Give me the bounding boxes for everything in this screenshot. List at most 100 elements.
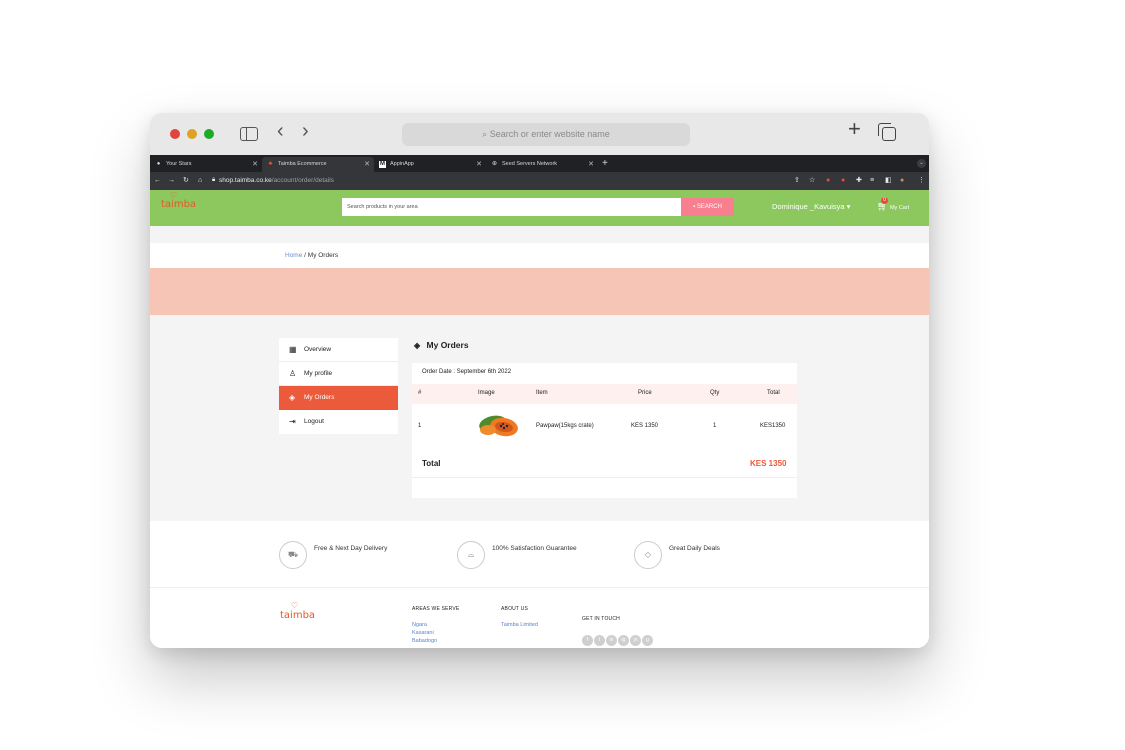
column-header-index: # bbox=[418, 390, 422, 396]
url-path: /account/order/details bbox=[271, 177, 334, 184]
breadcrumb-bar: Home / My Orders bbox=[150, 243, 929, 269]
tab-seed-servers[interactable]: ⊕ Seed Servers Network ✕ bbox=[486, 157, 598, 172]
page-banner bbox=[150, 268, 929, 315]
search-button[interactable]: ▪ SEARCH bbox=[681, 198, 734, 216]
close-window-button[interactable] bbox=[170, 129, 180, 139]
row-price: KES 1350 bbox=[631, 423, 659, 429]
reload-icon[interactable]: ↻ bbox=[183, 176, 189, 185]
column-header-total: Total bbox=[767, 390, 780, 396]
tab-label: AppinApp bbox=[390, 161, 414, 167]
breadcrumb-separator: / bbox=[304, 252, 306, 259]
footer-logo-text: taimba bbox=[280, 610, 316, 621]
tag-icon: ◇ bbox=[634, 541, 662, 569]
footer-link-area[interactable]: Babadogo bbox=[412, 637, 437, 645]
extension-icon[interactable]: ● bbox=[841, 176, 845, 185]
footer-link-area[interactable]: Kasarani bbox=[412, 629, 434, 637]
new-tab-icon[interactable]: + bbox=[848, 118, 861, 140]
site-header: ♡ taimba ▪ SEARCH Dominique _Kavuisya ▾ … bbox=[150, 190, 929, 226]
footer-heading-contact: GET IN TOUCH bbox=[582, 616, 620, 622]
star-icon[interactable]: ☆ bbox=[809, 176, 815, 185]
breadcrumb-current: My Orders bbox=[307, 252, 339, 259]
user-menu[interactable]: Dominique _Kavuisya ▾ bbox=[772, 202, 850, 211]
kebab-menu-icon[interactable]: ⋮ bbox=[918, 176, 925, 185]
tab-your-stars[interactable]: ● Your Stars ✕ bbox=[150, 157, 262, 172]
user-name: Dominique _Kavuisya bbox=[772, 202, 845, 211]
close-icon[interactable]: ✕ bbox=[476, 157, 482, 172]
column-header-image: Image bbox=[478, 390, 495, 396]
box-icon: ◈ bbox=[414, 341, 421, 350]
avatar[interactable]: ● bbox=[900, 176, 904, 185]
table-header: # Image Item Price Qty Total bbox=[412, 384, 797, 404]
youtube-icon[interactable]: yt bbox=[630, 635, 641, 646]
reading-list-icon[interactable]: ≡ bbox=[870, 176, 874, 185]
new-chrome-tab-icon[interactable]: + bbox=[602, 157, 608, 170]
twitter-icon[interactable]: t bbox=[594, 635, 605, 646]
tab-appinapp[interactable]: M AppinApp ✕ bbox=[374, 157, 486, 172]
puzzle-icon[interactable]: ✚ bbox=[856, 176, 862, 185]
search-input[interactable] bbox=[342, 198, 681, 216]
logo-fruit-icon: ♡ bbox=[170, 191, 178, 200]
close-icon[interactable]: ✕ bbox=[364, 157, 370, 172]
taimba-favicon-icon: ♣ bbox=[268, 161, 273, 167]
cart-label: My Cart bbox=[889, 205, 910, 211]
sidebar-item-overview[interactable]: ▦ Overview bbox=[279, 338, 398, 362]
address-placeholder: Search or enter website name bbox=[489, 129, 610, 139]
forward-icon[interactable]: › bbox=[302, 121, 309, 141]
footer-heading-areas: AREAS WE SERVE bbox=[412, 606, 460, 612]
sidebar-item-my-orders[interactable]: ◈ My Orders bbox=[279, 386, 398, 410]
back-icon[interactable]: ‹ bbox=[277, 121, 284, 141]
footer-link-area[interactable]: Ngara bbox=[412, 621, 427, 629]
chevron-down-icon[interactable]: ⌄ bbox=[917, 159, 926, 168]
close-icon[interactable]: ✕ bbox=[252, 157, 258, 172]
row-qty: 1 bbox=[713, 423, 717, 429]
row-item: Pawpaw(15kgs crate) bbox=[536, 423, 594, 429]
close-icon[interactable]: ✕ bbox=[588, 157, 594, 172]
google-icon[interactable]: g bbox=[642, 635, 653, 646]
sidebar-item-logout[interactable]: ⇥ Logout bbox=[279, 410, 398, 434]
row-total: KES1350 bbox=[760, 423, 786, 429]
minimize-window-button[interactable] bbox=[187, 129, 197, 139]
facebook-icon[interactable]: f bbox=[582, 635, 593, 646]
sidebar-item-label: My Orders bbox=[304, 394, 335, 401]
taimba-logo[interactable]: ♡ taimba bbox=[161, 191, 196, 210]
tab-label: Seed Servers Network bbox=[502, 161, 558, 167]
grid-icon: ▦ bbox=[289, 345, 297, 354]
instagram-icon[interactable]: ig bbox=[618, 635, 629, 646]
footer-link-about[interactable]: Taimba Limited bbox=[501, 621, 538, 629]
globe-icon: ⊕ bbox=[491, 161, 498, 167]
linkedin-icon[interactable]: in bbox=[606, 635, 617, 646]
cart-button[interactable]: 🛒︎ 0 My Cart bbox=[877, 197, 910, 213]
order-date: Order Date : September 6th 2022 bbox=[422, 369, 512, 375]
tab-taimba-ecommerce[interactable]: ♣ Taimba Ecommerce ✕ bbox=[262, 157, 374, 172]
user-icon: ♙ bbox=[289, 369, 297, 378]
basket-icon: ⌓ bbox=[457, 541, 485, 569]
extension-icon[interactable]: ● bbox=[826, 176, 830, 185]
side-panel-icon[interactable]: ◧ bbox=[885, 176, 892, 185]
total-value: KES 1350 bbox=[750, 459, 787, 468]
papaya-image bbox=[479, 415, 518, 437]
lock-icon: 🔒︎ bbox=[212, 177, 216, 183]
forward-icon[interactable]: → bbox=[168, 176, 175, 185]
breadcrumb-home-link[interactable]: Home bbox=[285, 252, 302, 259]
browser-window: ‹ › ⌕ Search or enter website name + ● Y… bbox=[150, 113, 929, 648]
footer-logo[interactable]: ♡ taimba bbox=[280, 601, 316, 621]
box-icon: ◈ bbox=[289, 393, 296, 402]
safari-toolbar: ‹ › ⌕ Search or enter website name + bbox=[150, 113, 929, 155]
safari-address-bar[interactable]: ⌕ Search or enter website name bbox=[402, 123, 690, 146]
home-icon[interactable]: ⌂ bbox=[198, 176, 202, 185]
tab-overview-icon[interactable] bbox=[878, 123, 896, 141]
url-field[interactable]: shop.taimba.co.ke/account/order/details bbox=[219, 176, 334, 185]
page-title: ◈ My Orders bbox=[414, 340, 469, 350]
column-header-item: Item bbox=[536, 390, 548, 396]
feature-label: Free & Next Day Delivery bbox=[314, 545, 388, 552]
url-host: shop.taimba.co.ke bbox=[219, 177, 272, 184]
back-icon[interactable]: ← bbox=[154, 176, 161, 185]
divider bbox=[412, 477, 797, 478]
share-icon[interactable]: ⇪ bbox=[794, 176, 800, 185]
sidebar-item-my-profile[interactable]: ♙ My profile bbox=[279, 362, 398, 386]
logout-icon: ⇥ bbox=[289, 417, 296, 426]
sidebar-icon[interactable] bbox=[240, 127, 258, 141]
logo-fruit-icon: ♡ bbox=[291, 601, 299, 610]
zoom-window-button[interactable] bbox=[204, 129, 214, 139]
delivery-icon: ⛟ bbox=[279, 541, 307, 569]
